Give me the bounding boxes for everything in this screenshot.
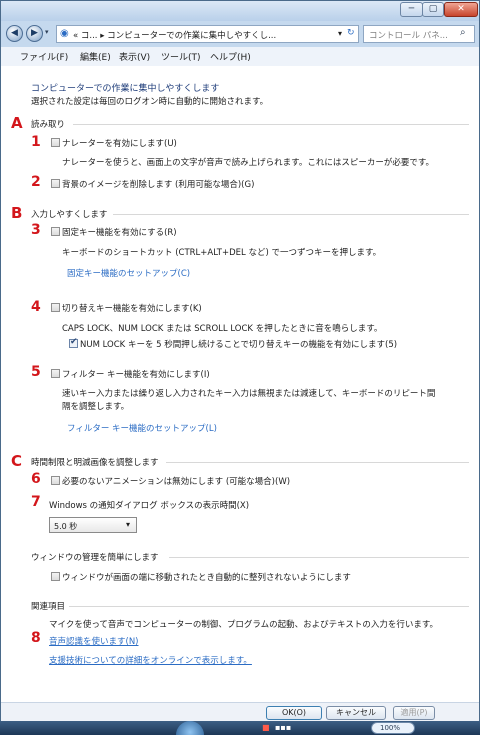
notification-time-label: Windows の通知ダイアログ ボックスの表示時間(X) xyxy=(49,501,250,511)
animations-label[interactable]: 必要のないアニメーションは無効にします (可能な場合)(W) xyxy=(62,475,290,487)
dialog-button-bar: OK(O) キャンセル 適用(P) xyxy=(1,702,479,723)
title-bar[interactable]: ─ ▢ ✕ xyxy=(1,1,479,21)
sticky-keys-description: キーボードのショートカット (CTRL+ALT+DEL など) で一つずつキーを… xyxy=(62,248,382,258)
speech-description: マイクを使って音声でコンピューターの制御、プログラムの起動、およびテキストの入力… xyxy=(49,620,439,630)
back-button[interactable]: ◀ xyxy=(6,25,23,42)
sticky-keys-checkbox[interactable] xyxy=(51,227,60,236)
marker-2: 2 xyxy=(31,174,41,190)
marker-1: 1 xyxy=(31,134,41,150)
address-bar-row: ◀ ▶ ▾ ◉ « コ... ▸ コンピューターでの作業に集中しやすくし... … xyxy=(1,21,479,47)
narrator-description: ナレーターを使うと、画面上の文字が音声で読み上げられます。これにはスピーカーが必… xyxy=(62,158,434,168)
cancel-button[interactable]: キャンセル xyxy=(326,706,386,720)
maximize-button[interactable]: ▢ xyxy=(422,2,444,17)
assistive-tech-link[interactable]: 支援技術についての詳細をオンラインで表示します。 xyxy=(49,654,252,666)
notification-time-value: 5.0 秒 xyxy=(54,522,78,531)
minimize-button[interactable]: ─ xyxy=(400,2,423,17)
menu-view[interactable]: 表示(V) xyxy=(119,50,150,63)
zoom-control[interactable]: 100% xyxy=(371,722,415,734)
section-input: 入力しやすくします xyxy=(31,210,108,220)
background-image-checkbox[interactable] xyxy=(51,179,60,188)
breadcrumb[interactable]: « コ... ▸ コンピューターでの作業に集中しやすくし... xyxy=(73,29,276,41)
history-dropdown-icon[interactable]: ▾ xyxy=(45,28,49,36)
marker-a: A xyxy=(11,114,23,132)
numlock-hold-label[interactable]: NUM LOCK キーを 5 秒間押し続けることで切り替えキーの機能を有効にしま… xyxy=(80,338,397,350)
animations-checkbox[interactable] xyxy=(51,476,60,485)
back-arrow-icon: ◀ xyxy=(11,28,18,38)
menu-help[interactable]: ヘルプ(H) xyxy=(210,50,251,63)
filter-keys-description: 速いキー入力または繰り返し入力されたキー入力は無視または減速して、キーボードのリ… xyxy=(62,389,436,399)
marker-5: 5 xyxy=(31,364,41,380)
control-panel-icon: ◉ xyxy=(60,28,69,39)
page-title: コンピューターでの作業に集中しやすくします xyxy=(31,84,220,94)
marker-6: 6 xyxy=(31,471,41,487)
marker-c: C xyxy=(11,452,23,470)
section-timing: 時間制限と明滅画像を調整します xyxy=(31,458,159,468)
section-divider xyxy=(169,557,469,558)
address-dropdown-icon[interactable]: ▾ xyxy=(338,29,342,38)
ok-button[interactable]: OK(O) xyxy=(266,706,322,720)
start-orb-icon[interactable] xyxy=(176,721,204,735)
section-divider xyxy=(73,124,469,125)
numlock-hold-checkbox[interactable] xyxy=(69,337,78,348)
zoom-level: 100% xyxy=(380,724,401,732)
marker-3: 3 xyxy=(31,222,41,238)
background-image-label[interactable]: 背景のイメージを削除します (利用可能な場合)(G) xyxy=(62,178,254,190)
chevron-down-icon: ▾ xyxy=(126,520,131,529)
snap-checkbox[interactable] xyxy=(51,572,60,581)
marker-8: 8 xyxy=(31,630,41,646)
menu-edit[interactable]: 編集(E) xyxy=(80,50,111,63)
close-icon: ✕ xyxy=(457,4,465,14)
forward-arrow-icon: ▶ xyxy=(31,28,38,38)
narrator-label[interactable]: ナレーターを有効にします(U) xyxy=(62,137,177,149)
toggle-keys-label[interactable]: 切り替えキー機能を有効にします(K) xyxy=(62,302,202,314)
toggle-keys-checkbox[interactable] xyxy=(51,303,60,312)
marker-4: 4 xyxy=(31,299,41,315)
search-field[interactable]: コントロール パネ... ⌕ xyxy=(363,25,475,43)
refresh-icon[interactable]: ↻ xyxy=(347,28,355,38)
section-window-management: ウィンドウの管理を簡単にします xyxy=(31,553,159,563)
filter-keys-setup-link[interactable]: フィルター キー機能のセットアップ(L) xyxy=(67,422,217,434)
menu-bar: ファイル(F) 編集(E) 表示(V) ツール(T) ヘルプ(H) xyxy=(1,47,479,67)
maximize-icon: ▢ xyxy=(428,4,438,14)
marker-7: 7 xyxy=(31,494,41,510)
filter-keys-checkbox[interactable] xyxy=(51,369,60,378)
page-subtitle: 選択された設定は毎回のログオン時に自動的に開始されます。 xyxy=(31,97,269,107)
narrator-checkbox[interactable] xyxy=(51,138,60,147)
section-divider xyxy=(69,606,469,607)
address-field[interactable]: ◉ « コ... ▸ コンピューターでの作業に集中しやすくし... ▾ ↻ xyxy=(56,25,359,43)
control-panel-window: ─ ▢ ✕ ◀ ▶ ▾ ◉ « コ... ▸ コンピューターでの作業に集中しやす… xyxy=(0,0,480,735)
minimize-icon: ─ xyxy=(408,4,415,14)
speech-recognition-link[interactable]: 音声認識を使います(N) xyxy=(49,635,139,647)
close-button[interactable]: ✕ xyxy=(444,2,478,17)
section-reading: 読み取り xyxy=(31,120,66,130)
apply-button[interactable]: 適用(P) xyxy=(393,706,435,720)
menu-file[interactable]: ファイル(F) xyxy=(20,50,68,63)
section-divider xyxy=(166,462,469,463)
toggle-keys-description: CAPS LOCK、NUM LOCK または SCROLL LOCK を押したと… xyxy=(62,324,383,334)
search-placeholder: コントロール パネ... xyxy=(369,31,448,41)
tray-icon[interactable]: ▪▪▪ xyxy=(275,723,291,732)
snap-label[interactable]: ウィンドウが画面の端に移動されたとき自動的に整列されないようにします xyxy=(62,571,351,583)
notification-time-select[interactable]: 5.0 秒 ▾ xyxy=(49,517,137,533)
sticky-keys-setup-link[interactable]: 固定キー機能のセットアップ(C) xyxy=(67,267,190,279)
marker-b: B xyxy=(11,204,23,222)
sticky-keys-label[interactable]: 固定キー機能を有効にする(R) xyxy=(62,226,177,238)
menu-tools[interactable]: ツール(T) xyxy=(161,50,201,63)
filter-keys-description-cont: 隔を調整します。 xyxy=(62,402,130,412)
tray-icon[interactable]: ■ xyxy=(262,723,270,732)
section-divider xyxy=(113,214,469,215)
taskbar: ■ ▪▪▪ 100% xyxy=(0,721,480,735)
search-icon[interactable]: ⌕ xyxy=(460,27,466,38)
section-related: 関連項目 xyxy=(31,602,66,612)
forward-button[interactable]: ▶ xyxy=(26,25,43,42)
settings-content: コンピューターでの作業に集中しやすくします 選択された設定は毎回のログオン時に自… xyxy=(1,66,479,702)
filter-keys-label[interactable]: フィルター キー機能を有効にします(I) xyxy=(62,368,210,380)
